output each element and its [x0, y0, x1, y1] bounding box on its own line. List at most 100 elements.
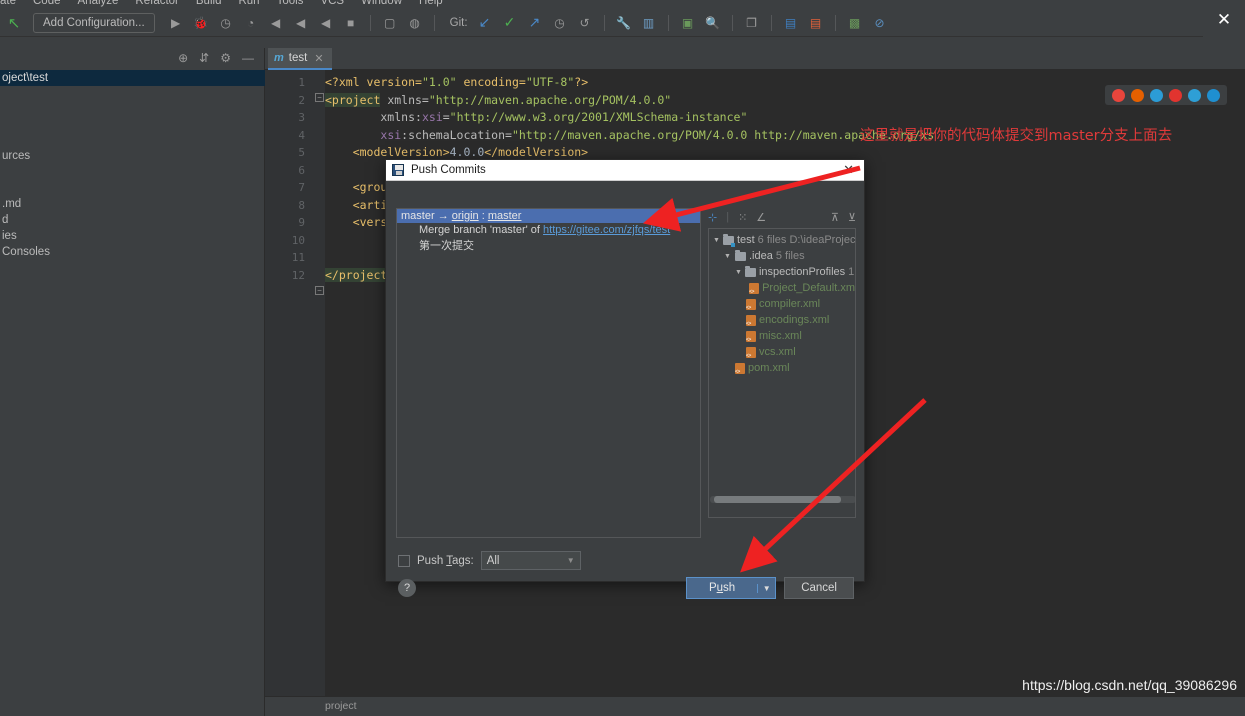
commit-row[interactable]: Merge branch 'master' of https://gitee.c…: [397, 223, 700, 238]
help-button[interactable]: ?: [398, 579, 416, 597]
fold-marker-icon[interactable]: −: [315, 93, 324, 102]
file-tree-node[interactable]: Project_Default.xm: [709, 280, 855, 296]
no-entry-icon[interactable]: ⊘: [870, 13, 890, 33]
push-label-post: sh: [723, 582, 736, 594]
branch-remote[interactable]: origin: [452, 210, 479, 222]
tree-hscrollbar-thumb[interactable]: [714, 496, 841, 503]
collapse-all-icon[interactable]: ⇵: [199, 51, 209, 65]
commit-icon[interactable]: ◍: [405, 13, 425, 33]
status-bar: project: [265, 696, 1245, 716]
chevron-down-icon[interactable]: ▼: [735, 269, 742, 276]
close-icon[interactable]: ✕: [314, 52, 323, 65]
window-close-button[interactable]: ✕: [1203, 0, 1245, 40]
search-everywhere-icon[interactable]: 🔍: [703, 13, 723, 33]
dialog-close-icon[interactable]: ✕: [843, 162, 858, 178]
add-configuration-button[interactable]: Add Configuration...: [33, 12, 155, 33]
toolbar-separator: [770, 14, 772, 31]
push-dropdown-arrow-icon[interactable]: ▼: [757, 583, 775, 593]
project-structure-icon[interactable]: ▥: [639, 13, 659, 33]
expand-all-icon[interactable]: ⊼: [831, 211, 839, 224]
commit-row[interactable]: 第一次提交: [397, 238, 700, 253]
make-icon[interactable]: ◀: [316, 13, 336, 33]
file-tree-node[interactable]: vcs.xml: [709, 344, 855, 360]
fold-marker-icon[interactable]: −: [315, 286, 324, 295]
menu-item-refactor[interactable]: Refactor: [135, 0, 178, 7]
menu-item-build[interactable]: Build: [196, 0, 222, 7]
rebuild-icon[interactable]: ◀: [291, 13, 311, 33]
menu-item-code[interactable]: Code: [33, 0, 61, 7]
menu-item-tools[interactable]: Tools: [277, 0, 304, 7]
settings-wrench-icon[interactable]: 🔧: [614, 13, 634, 33]
profile-icon[interactable]: ◔: [241, 13, 261, 33]
file-tree-node[interactable]: ▼ .idea 5 files: [709, 248, 855, 264]
terminal-icon[interactable]: ▣: [678, 13, 698, 33]
project-tree-row[interactable]: .md: [0, 198, 21, 210]
copy-icon[interactable]: ❐: [742, 13, 762, 33]
branch-target[interactable]: master: [488, 210, 522, 222]
project-tree-row[interactable]: Consoles: [0, 246, 50, 258]
git-update-icon[interactable]: ↙: [475, 13, 495, 33]
menu-item-help[interactable]: Help: [419, 0, 443, 7]
floppy-disk-icon: [392, 164, 404, 176]
settings-gear-icon[interactable]: ⚙: [220, 51, 231, 65]
project-tree-row[interactable]: ies: [0, 230, 17, 242]
push-button[interactable]: Push ▼: [685, 577, 777, 599]
file-tree-node[interactable]: pom.xml: [709, 360, 855, 376]
chevron-down-icon[interactable]: ▼: [724, 253, 732, 260]
branch-row[interactable]: master → origin : master: [397, 209, 700, 223]
menu-item-run[interactable]: Run: [238, 0, 259, 7]
project-tree-row[interactable]: oject\test: [0, 70, 265, 86]
hide-icon[interactable]: —: [242, 51, 254, 65]
xml-file-icon: [746, 330, 756, 343]
git-push-icon[interactable]: ↗: [525, 13, 545, 33]
toolbar-separator: [667, 14, 669, 31]
commit-list-panel[interactable]: master → origin : master Merge branch 'm…: [396, 208, 701, 538]
git-commit-check-icon[interactable]: ✓: [500, 13, 520, 33]
annotation-text: 这里就是把你的代码体提交到master分支上面去: [860, 128, 1173, 144]
update-project-icon[interactable]: ▢: [380, 13, 400, 33]
ie-icon[interactable]: [1188, 88, 1201, 102]
file-tree-node[interactable]: misc.xml: [709, 328, 855, 344]
build-icon[interactable]: ◀: [266, 13, 286, 33]
chevron-down-icon[interactable]: ▼: [713, 237, 720, 244]
project-tree-row[interactable]: urces: [0, 150, 30, 162]
group-by-icon[interactable]: ⁙: [738, 211, 747, 224]
project-panel-toolbar: ⊕ ⇵ ⚙ —: [178, 51, 254, 65]
file-tree-node[interactable]: ▼ test 6 files D:\ideaProject\t: [709, 232, 855, 248]
debug-icon[interactable]: 🐞: [191, 13, 211, 33]
chrome-icon[interactable]: [1112, 88, 1125, 102]
line-number: 7: [298, 181, 305, 194]
file-tree[interactable]: ▼ test 6 files D:\ideaProject\t ▼ .idea 5 fil…: [708, 228, 856, 518]
file-tree-node[interactable]: encodings.xml: [709, 312, 855, 328]
push-tags-combo[interactable]: All ▼: [480, 551, 581, 570]
history-icon[interactable]: ◷: [550, 13, 570, 33]
run-with-coverage-icon[interactable]: ◷: [216, 13, 236, 33]
menu-item-analyze[interactable]: Analyze: [78, 0, 119, 7]
collapse-all-icon[interactable]: ⊻: [848, 211, 856, 224]
back-arrow-icon[interactable]: ↖: [4, 13, 24, 33]
commit-link[interactable]: https://gitee.com/zjfqs/test: [543, 224, 670, 236]
editor-tab-test[interactable]: m test ✕: [268, 48, 332, 70]
project-tree-row[interactable]: d: [0, 214, 8, 226]
revert-icon[interactable]: ↺: [575, 13, 595, 33]
opera-icon[interactable]: [1169, 88, 1182, 102]
monitor-icon[interactable]: ▩: [845, 13, 865, 33]
push-tags-checkbox[interactable]: [398, 554, 410, 567]
edge-icon[interactable]: [1207, 88, 1220, 102]
file-tree-node[interactable]: ▼ inspectionProfiles1 f: [709, 264, 855, 280]
folder-icon: [744, 265, 756, 277]
menu-item-window[interactable]: Window: [361, 0, 402, 7]
safari-icon[interactable]: [1150, 88, 1163, 102]
menu-item-ate[interactable]: ate: [0, 0, 16, 7]
edit-icon[interactable]: ∠: [756, 211, 766, 224]
db-red-icon[interactable]: ▤: [806, 13, 826, 33]
file-tree-node[interactable]: compiler.xml: [709, 296, 855, 312]
menu-item-vcs[interactable]: VCS: [320, 0, 344, 7]
db-blue-icon[interactable]: ▤: [781, 13, 801, 33]
run-icon[interactable]: ▶: [166, 13, 186, 33]
stop-icon[interactable]: ■: [341, 13, 361, 33]
expand-diff-icon[interactable]: ⊹: [708, 211, 717, 224]
cancel-button[interactable]: Cancel: [784, 577, 854, 599]
locate-icon[interactable]: ⊕: [178, 51, 188, 65]
firefox-icon[interactable]: [1131, 88, 1144, 102]
